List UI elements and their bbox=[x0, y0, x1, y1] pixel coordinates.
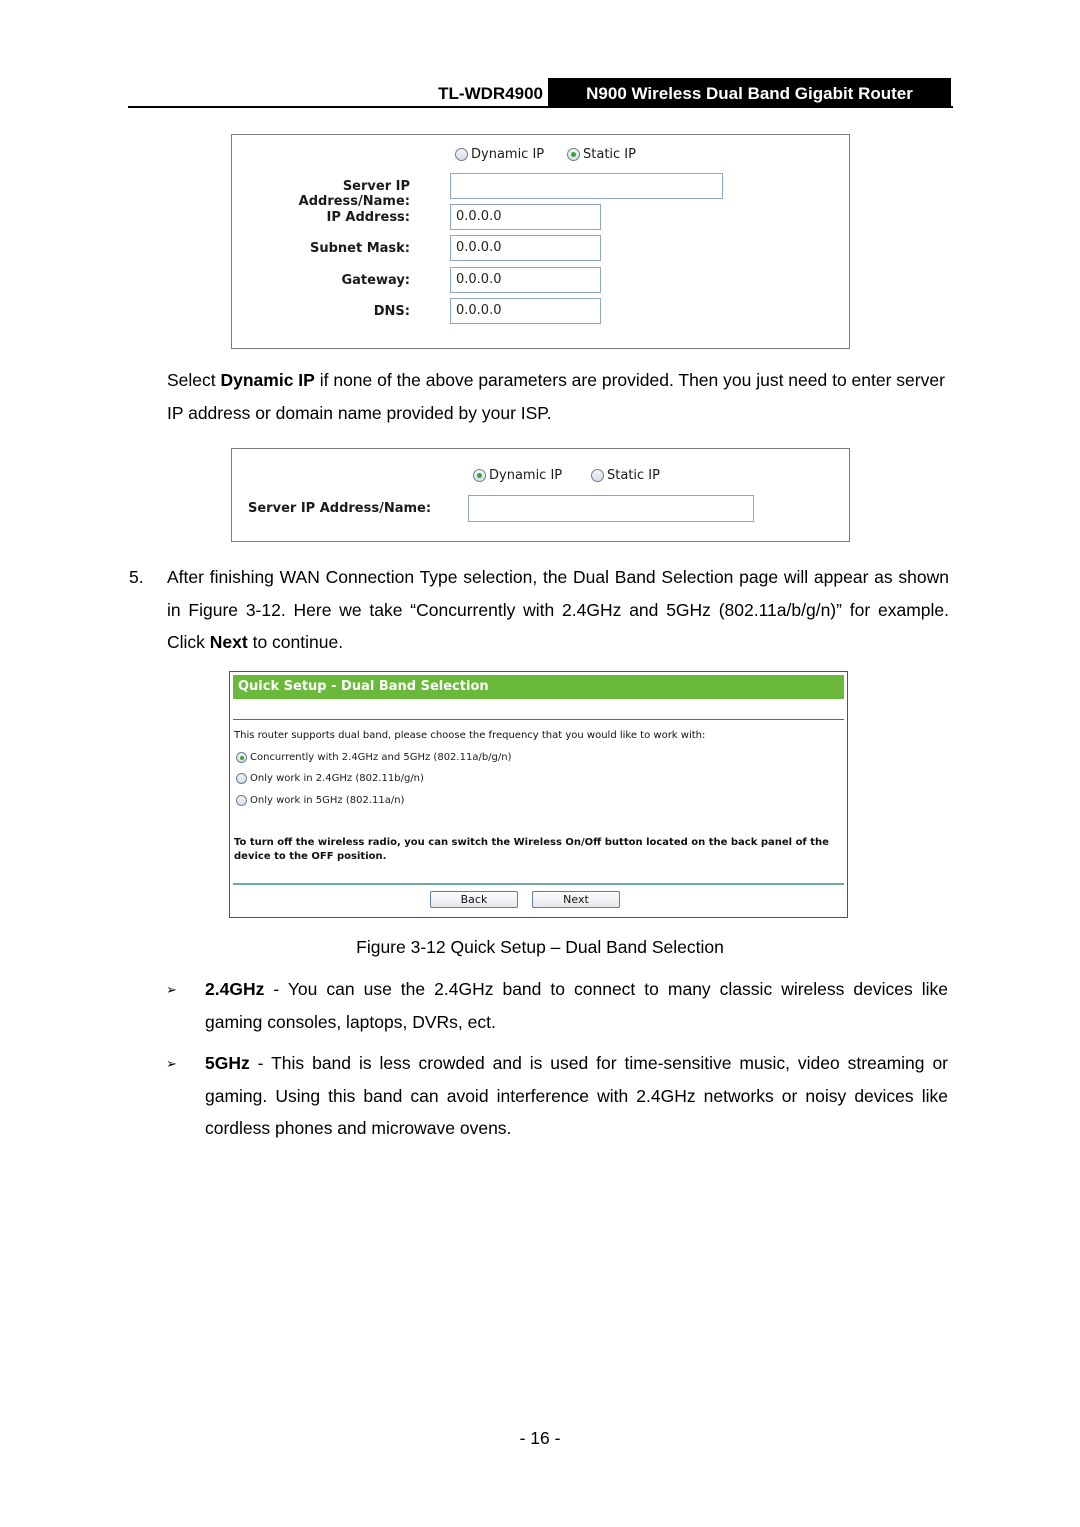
next-button[interactable]: Next bbox=[532, 891, 620, 908]
ip-address-input[interactable]: 0.0.0.0 bbox=[450, 204, 601, 230]
radio-dynamic-ip[interactable]: Dynamic IP bbox=[455, 147, 544, 162]
radio-static-ip[interactable]: Static IP bbox=[567, 147, 636, 162]
radio-label: Only work in 5GHz (802.11a/n) bbox=[250, 795, 405, 806]
radio-selected-icon bbox=[473, 469, 486, 482]
arrow-bullet-icon: ➢ bbox=[166, 982, 177, 997]
field-label: Server IP Address/Name: bbox=[248, 501, 432, 516]
field-label: Subnet Mask: bbox=[309, 241, 410, 256]
product-title: N900 Wireless Dual Band Gigabit Router bbox=[548, 78, 953, 106]
page-number: - 16 - bbox=[519, 1428, 561, 1448]
bold-term: 5GHz bbox=[205, 1053, 250, 1073]
dns-input[interactable]: 0.0.0.0 bbox=[450, 298, 601, 324]
bold-term: Next bbox=[209, 632, 248, 652]
static-ip-screenshot: Dynamic IP Static IP Server IP Address/N… bbox=[231, 134, 850, 349]
radio-24ghz-only[interactable]: Only work in 2.4GHz (802.11b/g/n) bbox=[236, 773, 424, 784]
bold-term: 2.4GHz bbox=[205, 979, 265, 999]
radio-dynamic-ip[interactable]: Dynamic IP bbox=[473, 468, 562, 483]
product-model: TL-WDR4900 bbox=[438, 84, 543, 103]
radio-icon bbox=[591, 469, 604, 482]
radio-label: Concurrently with 2.4GHz and 5GHz (802.1… bbox=[250, 752, 512, 763]
bold-term: Dynamic IP bbox=[220, 370, 315, 390]
panel-title: Quick Setup - Dual Band Selection bbox=[233, 675, 844, 699]
step-number: 5. bbox=[129, 567, 144, 587]
radio-concurrent[interactable]: Concurrently with 2.4GHz and 5GHz (802.1… bbox=[236, 752, 512, 763]
radio-5ghz-only[interactable]: Only work in 5GHz (802.11a/n) bbox=[236, 795, 404, 806]
header-rule bbox=[128, 106, 953, 108]
divider bbox=[233, 719, 844, 720]
field-label: Gateway: bbox=[341, 273, 410, 288]
bullet-24ghz: 2.4GHz - You can use the 2.4GHz band to … bbox=[205, 979, 948, 1032]
field-label: IP Address: bbox=[326, 210, 410, 225]
gateway-input[interactable]: 0.0.0.0 bbox=[450, 267, 601, 293]
bullet-5ghz: 5GHz - This band is less crowded and is … bbox=[205, 1053, 948, 1138]
field-label: Server IP Address/Name: bbox=[298, 179, 410, 209]
figure-caption: Figure 3-12 Quick Setup – Dual Band Sele… bbox=[356, 937, 724, 957]
radio-label: Static IP bbox=[583, 147, 636, 162]
server-ip-input[interactable] bbox=[468, 495, 754, 522]
dual-band-screenshot: Quick Setup - Dual Band Selection This r… bbox=[229, 671, 848, 918]
radio-label: Static IP bbox=[607, 468, 660, 483]
radio-label: Only work in 2.4GHz (802.11b/g/n) bbox=[250, 773, 424, 784]
radio-static-ip[interactable]: Static IP bbox=[591, 468, 660, 483]
radio-label: Dynamic IP bbox=[489, 468, 563, 483]
radio-selected-icon bbox=[567, 148, 580, 161]
radio-icon bbox=[455, 148, 468, 161]
subnet-mask-input[interactable]: 0.0.0.0 bbox=[450, 235, 601, 261]
intro-text: This router supports dual band, please c… bbox=[234, 730, 706, 741]
page-header: TL-WDR4900 N900 Wireless Dual Band Gigab… bbox=[128, 78, 953, 108]
field-label: DNS: bbox=[373, 304, 410, 319]
step5-paragraph: After finishing WAN Connection Type sele… bbox=[167, 567, 949, 652]
paragraph-dynamic-ip: Select Dynamic IP if none of the above p… bbox=[167, 370, 945, 423]
wireless-note: To turn off the wireless radio, you can … bbox=[234, 837, 829, 862]
server-ip-input[interactable] bbox=[450, 173, 723, 199]
divider bbox=[233, 883, 844, 885]
back-button[interactable]: Back bbox=[430, 891, 518, 908]
radio-selected-icon bbox=[236, 752, 247, 763]
radio-icon bbox=[236, 773, 247, 784]
radio-icon bbox=[236, 795, 247, 806]
radio-label: Dynamic IP bbox=[471, 147, 545, 162]
arrow-bullet-icon: ➢ bbox=[166, 1056, 177, 1071]
dynamic-ip-screenshot: Dynamic IP Static IP Server IP Address/N… bbox=[231, 448, 850, 542]
